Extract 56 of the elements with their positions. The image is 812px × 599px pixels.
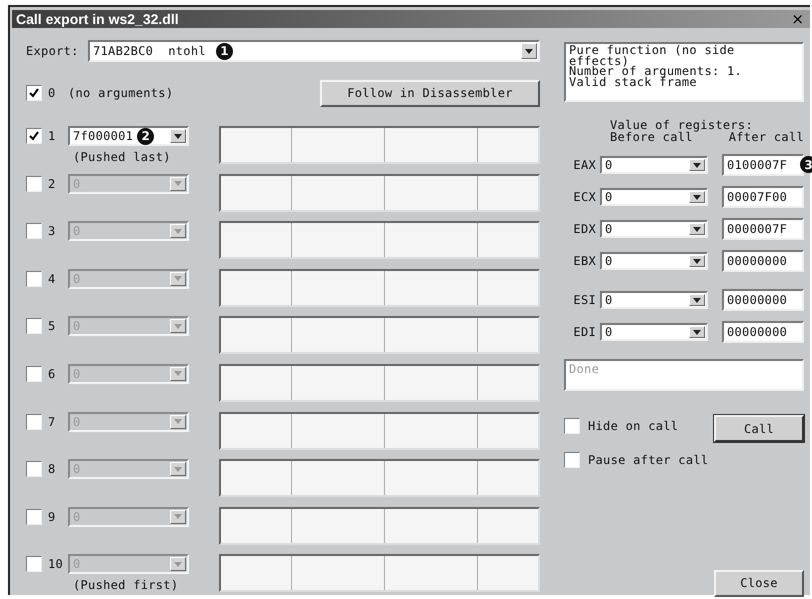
argument-dropdown[interactable]: 7f000001 2 <box>68 126 189 146</box>
register-label: EBX <box>572 254 596 268</box>
argument-number: 0 <box>48 86 57 100</box>
follow-in-disassembler-button[interactable]: Follow in Disassembler <box>320 80 540 106</box>
close-dialog-button[interactable]: Close <box>714 570 804 597</box>
register-label: EAX <box>572 158 596 172</box>
call-button[interactable]: Call <box>714 415 804 442</box>
after-call-heading: After call <box>728 131 804 143</box>
argument-number: 10 <box>48 557 64 572</box>
register-dropdown[interactable]: 0 <box>600 323 708 341</box>
argument-number: 2 <box>48 176 57 191</box>
register-dropdown[interactable]: 0 <box>600 188 708 206</box>
argument-number: 5 <box>48 319 57 334</box>
argument-number: 4 <box>48 272 57 286</box>
argument-number: 1 <box>48 129 57 143</box>
status-field: Done <box>564 359 804 391</box>
checkbox[interactable] <box>26 128 42 144</box>
register-value-field[interactable]: 0000007F <box>722 218 804 240</box>
argument-number: 8 <box>48 462 57 476</box>
info-line: Pure function (no side <box>569 45 736 56</box>
before-call-heading: Before call <box>610 131 693 143</box>
register-value-field[interactable]: 00000000 <box>722 250 804 272</box>
export-label: Export: <box>26 44 80 58</box>
callout-badge: 2 <box>137 128 154 144</box>
register-dropdown[interactable]: 0 <box>600 252 708 270</box>
checkbox[interactable] <box>564 452 580 468</box>
register-label: ESI <box>572 293 596 307</box>
info-line: effects) <box>569 56 630 66</box>
push-order-note: (Pushed first) <box>73 578 180 592</box>
no-arguments-label: (no arguments) <box>68 86 174 100</box>
export-dropdown[interactable]: 71AB2BC0 ntohl 1 <box>88 40 540 62</box>
register-value-field[interactable]: 00000000 <box>722 289 804 311</box>
close-button[interactable]: × <box>789 10 806 28</box>
argument-number: 6 <box>48 366 57 381</box>
argument-number: 7 <box>48 414 57 429</box>
option-label: Hide on call <box>588 419 678 433</box>
register-label: EDX <box>572 222 596 236</box>
register-dropdown[interactable]: 0 <box>600 220 708 238</box>
register-value-field[interactable]: 00007F00 <box>722 186 804 208</box>
argument-number: 3 <box>48 224 57 238</box>
window-title: Call export in ws2_32.dll <box>16 11 179 27</box>
register-value-field[interactable]: 00000000 <box>722 321 804 343</box>
push-order-note: (Pushed last) <box>73 150 172 164</box>
info-line: Number of arguments: 1. <box>569 66 744 76</box>
argument-number: 9 <box>48 510 57 524</box>
register-label: ECX <box>572 190 596 204</box>
registers-heading: Value of registers: <box>610 119 753 131</box>
info-line: Valid stack frame <box>569 76 697 87</box>
register-value-field[interactable]: 0100007F <box>722 154 804 176</box>
checkbox[interactable] <box>564 418 580 434</box>
checkbox[interactable] <box>26 85 42 101</box>
option-label: Pause after call <box>588 453 708 467</box>
callout-badge: 1 <box>216 42 233 60</box>
register-dropdown[interactable]: 0 <box>600 156 708 174</box>
register-label: EDI <box>572 325 596 339</box>
register-dropdown[interactable]: 0 <box>600 291 708 309</box>
